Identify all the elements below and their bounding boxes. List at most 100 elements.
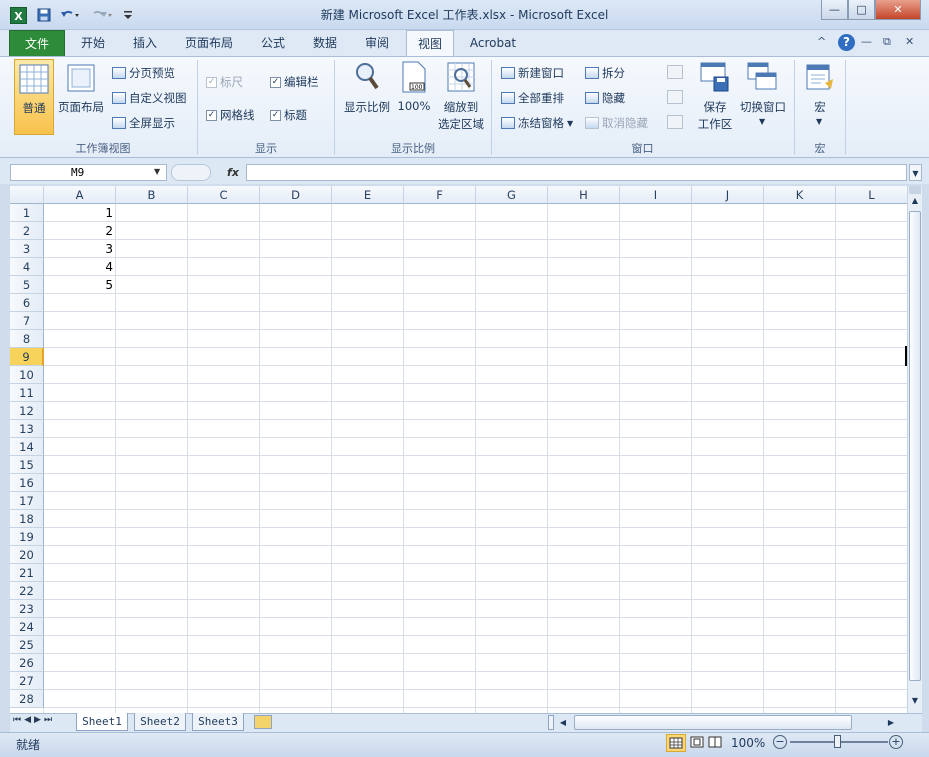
row-header[interactable]: 28 bbox=[10, 690, 44, 708]
sheet-tab-3[interactable]: Sheet3 bbox=[192, 713, 244, 731]
row-header[interactable]: 15 bbox=[10, 456, 44, 474]
column-header[interactable]: F bbox=[404, 186, 476, 204]
row-header[interactable]: 26 bbox=[10, 654, 44, 672]
arrange-all-button[interactable]: 全部重排 bbox=[501, 90, 564, 106]
select-all-corner[interactable] bbox=[10, 186, 44, 204]
vertical-scroll-thumb[interactable] bbox=[909, 211, 921, 681]
restore-workbook-icon[interactable]: ⧉ bbox=[883, 35, 895, 49]
freeze-panes-button[interactable]: 冻结窗格 ▼ bbox=[501, 115, 573, 131]
gridlines-checkbox[interactable]: ✓ 网格线 bbox=[206, 107, 255, 123]
tab-acrobat[interactable]: Acrobat bbox=[462, 30, 524, 56]
row-header[interactable]: 14 bbox=[10, 438, 44, 456]
cell-a1[interactable]: 1 bbox=[44, 204, 116, 222]
tab-page-layout[interactable]: 页面布局 bbox=[176, 30, 242, 56]
zoom-button[interactable]: 显示比例 bbox=[340, 59, 394, 135]
column-header[interactable]: A bbox=[44, 186, 116, 204]
row-header[interactable]: 7 bbox=[10, 312, 44, 330]
tab-file[interactable]: 文件 bbox=[9, 30, 65, 56]
cell-a5[interactable]: 5 bbox=[44, 276, 116, 294]
zoom-out-icon[interactable]: − bbox=[773, 735, 787, 749]
tab-data[interactable]: 数据 bbox=[302, 30, 348, 56]
page-layout-status-icon[interactable] bbox=[688, 734, 708, 752]
expand-formula-bar-icon[interactable]: ▼ bbox=[909, 164, 922, 181]
column-header[interactable]: J bbox=[692, 186, 764, 204]
column-header[interactable]: B bbox=[116, 186, 188, 204]
cell-a2[interactable]: 2 bbox=[44, 222, 116, 240]
row-header[interactable]: 21 bbox=[10, 564, 44, 582]
row-header[interactable]: 22 bbox=[10, 582, 44, 600]
column-header[interactable]: D bbox=[260, 186, 332, 204]
row-header[interactable]: 4 bbox=[10, 258, 44, 276]
scroll-right-icon[interactable]: ▶ bbox=[885, 715, 897, 730]
zoom-slider-thumb[interactable] bbox=[834, 735, 841, 748]
column-header[interactable]: E bbox=[332, 186, 404, 204]
zoom-to-selection-button[interactable]: 缩放到 选定区域 bbox=[434, 59, 488, 135]
column-header[interactable]: H bbox=[548, 186, 620, 204]
column-header[interactable]: C bbox=[188, 186, 260, 204]
column-header[interactable]: L bbox=[836, 186, 907, 204]
minimize-button[interactable]: — bbox=[821, 0, 848, 20]
insert-function-button[interactable]: fx bbox=[222, 164, 244, 181]
normal-view-button[interactable]: 普通 bbox=[14, 59, 54, 135]
custom-views-button[interactable]: 自定义视图 bbox=[112, 90, 187, 106]
sheet-tab-1[interactable]: Sheet1 bbox=[76, 713, 128, 731]
column-header[interactable]: G bbox=[476, 186, 548, 204]
min-workbook-icon[interactable]: — bbox=[861, 35, 873, 49]
vertical-scrollbar[interactable]: ▲ ▼ bbox=[907, 186, 922, 713]
row-header[interactable]: 17 bbox=[10, 492, 44, 510]
worksheet-grid[interactable]: ABCDEFGHIJKL 1 2 3 4 5 6 7 8 9 10 11 12 13 14 15 16 17 18… bbox=[10, 186, 907, 713]
row-header[interactable]: 11 bbox=[10, 384, 44, 402]
unhide-button[interactable]: 取消隐藏 bbox=[585, 115, 648, 131]
side-by-side-icon[interactable] bbox=[667, 65, 683, 79]
row-header[interactable]: 10 bbox=[10, 366, 44, 384]
column-header[interactable]: K bbox=[764, 186, 836, 204]
horizontal-scroll-thumb[interactable] bbox=[574, 715, 852, 730]
split-button[interactable]: 拆分 bbox=[585, 65, 625, 81]
row-header[interactable]: 27 bbox=[10, 672, 44, 690]
row-header[interactable]: 18 bbox=[10, 510, 44, 528]
row-header[interactable]: 1 bbox=[10, 204, 44, 222]
reset-position-icon[interactable] bbox=[667, 115, 683, 129]
row-header[interactable]: 19 bbox=[10, 528, 44, 546]
sheet-tab-2[interactable]: Sheet2 bbox=[134, 713, 186, 731]
zoom-level[interactable]: 100% bbox=[731, 736, 765, 750]
tab-formulas[interactable]: 公式 bbox=[250, 30, 296, 56]
split-box[interactable] bbox=[909, 186, 921, 194]
formula-bar-checkbox[interactable]: ✓ 编辑栏 bbox=[270, 74, 319, 90]
hide-button[interactable]: 隐藏 bbox=[585, 90, 625, 106]
sheet-nav-icon[interactable]: ⏮◀▶⏭ bbox=[13, 715, 55, 725]
save-workspace-button[interactable]: 保存 工作区 bbox=[696, 59, 734, 135]
sync-scroll-icon[interactable] bbox=[667, 90, 683, 104]
close-workbook-icon[interactable]: ✕ bbox=[905, 35, 917, 49]
row-header[interactable]: 13 bbox=[10, 420, 44, 438]
tab-view[interactable]: 视图 bbox=[406, 30, 454, 57]
row-header[interactable]: 24 bbox=[10, 618, 44, 636]
formula-input[interactable] bbox=[246, 164, 907, 181]
row-header[interactable]: 25 bbox=[10, 636, 44, 654]
page-break-status-icon[interactable] bbox=[706, 734, 726, 752]
row-header[interactable]: 9 bbox=[10, 348, 44, 366]
headings-checkbox[interactable]: ✓ 标题 bbox=[270, 107, 307, 123]
ruler-checkbox[interactable]: ✓ 标尺 bbox=[206, 74, 243, 90]
help-icon[interactable]: ? bbox=[838, 34, 855, 51]
new-window-button[interactable]: 新建窗口 bbox=[501, 65, 564, 81]
tab-review[interactable]: 审阅 bbox=[354, 30, 400, 56]
full-screen-button[interactable]: 全屏显示 bbox=[112, 115, 175, 131]
row-header[interactable]: 5 bbox=[10, 276, 44, 294]
zoom-100-button[interactable]: 100 100% bbox=[396, 59, 432, 135]
row-header[interactable]: 23 bbox=[10, 600, 44, 618]
tab-insert[interactable]: 插入 bbox=[122, 30, 168, 56]
normal-view-status-icon[interactable] bbox=[666, 734, 686, 752]
tab-home[interactable]: 开始 bbox=[70, 30, 116, 56]
name-box[interactable]: M9 bbox=[10, 164, 167, 181]
row-header[interactable]: 3 bbox=[10, 240, 44, 258]
column-header[interactable]: I bbox=[620, 186, 692, 204]
row-header[interactable]: 16 bbox=[10, 474, 44, 492]
formula-bar-splitter[interactable] bbox=[171, 164, 211, 181]
page-break-preview-button[interactable]: 分页预览 bbox=[112, 65, 175, 81]
macros-button[interactable]: 宏 ▼ bbox=[800, 59, 840, 135]
cell-a4[interactable]: 4 bbox=[44, 258, 116, 276]
scroll-left-icon[interactable]: ◀ bbox=[557, 715, 569, 730]
collapse-ribbon-icon[interactable]: ^ bbox=[817, 35, 829, 49]
tab-split-handle[interactable] bbox=[548, 715, 554, 730]
